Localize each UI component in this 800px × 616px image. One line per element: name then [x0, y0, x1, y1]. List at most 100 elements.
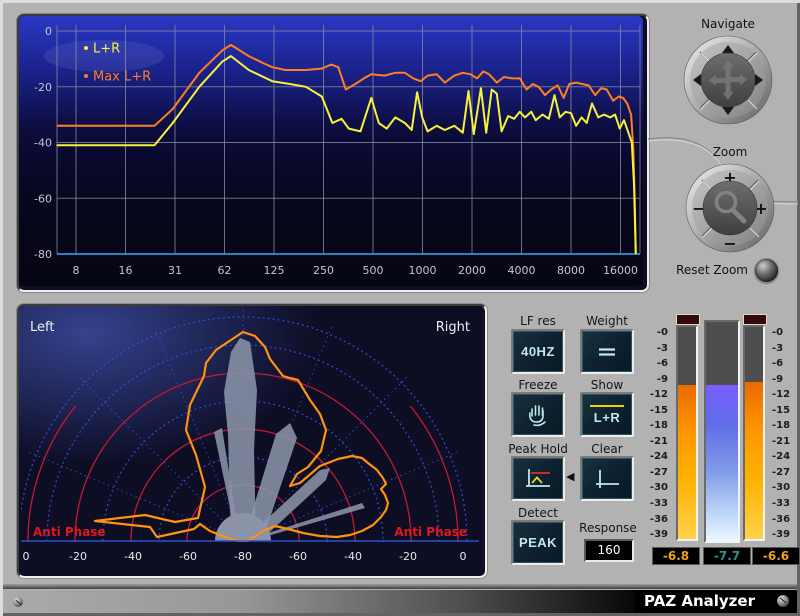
legend-item-Max L+R: Max L+R	[93, 70, 151, 85]
svg-text:8: 8	[73, 264, 80, 277]
lf-res-button[interactable]: 40HZ	[511, 329, 565, 374]
svg-text:-40: -40	[124, 550, 142, 563]
anti-phase-label-right: Anti Phase	[394, 525, 467, 539]
meter-scale-label: -36	[772, 514, 800, 525]
meter-scale-label: -21	[636, 436, 668, 447]
meter-scale-label: -6	[636, 358, 668, 369]
title-bar: PAZ Analyzer	[3, 590, 797, 613]
meter-scale-label: -9	[772, 374, 800, 385]
freeze-button[interactable]	[511, 392, 565, 437]
svg-text:31: 31	[168, 264, 182, 277]
response-value-box[interactable]: 160	[584, 539, 634, 562]
svg-text:500: 500	[363, 264, 384, 277]
lf-res-label: LF res	[505, 314, 571, 328]
reset-zoom-button[interactable]	[754, 258, 779, 283]
meter-scale-label: -18	[636, 420, 668, 431]
peak-hold-icon	[524, 467, 552, 491]
clip-indicator-left[interactable]	[676, 314, 700, 325]
peak-hold-button[interactable]	[511, 456, 565, 501]
svg-text:-60: -60	[179, 550, 197, 563]
meter-fill-mid	[706, 385, 738, 541]
meter-scale-label: -21	[772, 436, 800, 447]
meter-scale-label: -12	[772, 389, 800, 400]
response-label: Response	[570, 521, 646, 535]
svg-text:1000: 1000	[409, 264, 437, 277]
weight-equals-icon	[593, 340, 621, 364]
zoom-knob[interactable]: + − − +	[684, 162, 776, 258]
spectrum-chart: 81631621252505001000200040008000160000-2…	[19, 16, 643, 286]
navigate-label: Navigate	[678, 17, 778, 31]
meter-scale-label: -6	[772, 358, 800, 369]
svg-text:0: 0	[45, 25, 52, 38]
spectrum-display: 81631621252505001000200040008000160000-2…	[17, 14, 649, 292]
legend-item-L+R: L+R	[93, 42, 120, 57]
zoom-knob-center[interactable]	[703, 181, 757, 235]
navigate-knob[interactable]	[682, 34, 774, 130]
svg-text:8000: 8000	[557, 264, 585, 277]
meter-scale-label: -15	[636, 405, 668, 416]
freeze-hand-icon	[524, 402, 552, 428]
show-value: L+R	[594, 410, 620, 425]
meter-scale-label: -18	[772, 420, 800, 431]
meter-scale-label: -30	[636, 482, 668, 493]
meter-scale-label: -24	[636, 451, 668, 462]
svg-text:-40: -40	[344, 550, 362, 563]
reset-zoom-label: Reset Zoom	[640, 263, 748, 277]
meter-scale-label: -36	[636, 514, 668, 525]
svg-text:0: 0	[23, 550, 30, 563]
meter-scale-label: -33	[772, 498, 800, 509]
screw-icon	[777, 595, 789, 607]
meter-readout-mid: -7.7	[703, 547, 751, 565]
meter-scale-label: -3	[636, 343, 668, 354]
svg-text:-60: -60	[289, 550, 307, 563]
svg-text:-60: -60	[34, 192, 52, 205]
meter-scale-label: -30	[772, 482, 800, 493]
meter-scale-label: -0	[636, 327, 668, 338]
show-label: Show	[574, 378, 640, 392]
anti-phase-label-left: Anti Phase	[33, 525, 106, 539]
stereo-position-display: LeftRightAnti PhaseAnti Phase0-20-40-60-…	[17, 304, 487, 578]
clear-button[interactable]	[580, 456, 634, 501]
plugin-window: 81631621252505001000200040008000160000-2…	[0, 0, 800, 616]
peak-hold-label: Peak Hold	[498, 442, 578, 456]
level-meter-right	[743, 325, 765, 541]
right-channel-label: Right	[436, 320, 470, 335]
meter-scale-label: -3	[772, 343, 800, 354]
meter-scale-label: -15	[772, 405, 800, 416]
detect-label: Detect	[505, 506, 571, 520]
link-arrow-icon: ◀	[566, 470, 574, 483]
svg-text:-20: -20	[34, 81, 52, 94]
detect-button[interactable]: PEAK	[511, 520, 565, 565]
meter-scale-label: -9	[636, 374, 668, 385]
left-channel-label: Left	[30, 320, 54, 335]
clip-indicator-right[interactable]	[743, 314, 767, 325]
meter-readout-left: -6.8	[652, 547, 700, 565]
svg-text:4000: 4000	[508, 264, 536, 277]
lf-res-value: 40HZ	[521, 344, 555, 359]
show-button[interactable]: L+R	[580, 392, 634, 437]
clear-label: Clear	[574, 442, 640, 456]
meter-readout-right: -6.6	[752, 547, 800, 565]
svg-text:125: 125	[264, 264, 285, 277]
meter-fill-left	[678, 385, 696, 539]
meter-fill-right	[745, 382, 763, 539]
weight-button[interactable]	[580, 329, 634, 374]
level-meter-mid	[704, 320, 740, 543]
plugin-title: PAZ Analyzer	[634, 591, 769, 612]
meter-scale-label: -27	[772, 467, 800, 478]
meter-scale-label: -33	[636, 498, 668, 509]
svg-text:16000: 16000	[603, 264, 638, 277]
weight-label: Weight	[574, 314, 640, 328]
svg-text:-20: -20	[399, 550, 417, 563]
stereo-position-chart: LeftRightAnti PhaseAnti Phase0-20-40-60-…	[19, 306, 481, 572]
svg-text:0: 0	[460, 550, 467, 563]
show-overline	[590, 405, 624, 407]
meter-scale-label: -39	[636, 529, 668, 540]
meter-scale-label: -12	[636, 389, 668, 400]
freeze-label: Freeze	[505, 378, 571, 392]
bottom-groove	[3, 584, 797, 589]
zoom-out-vertical-icon[interactable]: −	[723, 234, 736, 253]
svg-text:250: 250	[313, 264, 334, 277]
zoom-label: Zoom	[680, 145, 780, 159]
svg-text:62: 62	[218, 264, 232, 277]
